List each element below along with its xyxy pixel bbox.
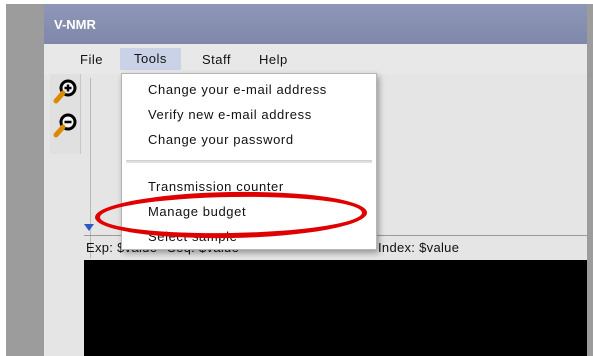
zoom-in-icon — [53, 79, 77, 104]
menu-staff[interactable]: Staff — [202, 52, 231, 67]
menu-tools[interactable]: Tools — [120, 48, 181, 70]
zoom-out-icon — [53, 113, 77, 138]
menu-item-change-email[interactable]: Change your e-mail address — [148, 82, 327, 97]
zoom-toolbar — [50, 74, 81, 154]
tools-dropdown-menu: Change your e-mail address Verify new e-… — [121, 73, 377, 250]
expand-arrow-button[interactable] — [82, 221, 96, 235]
zoom-out-button[interactable] — [53, 112, 79, 138]
zoom-in-button[interactable] — [53, 78, 79, 104]
menu-item-verify-email[interactable]: Verify new e-mail address — [148, 107, 312, 122]
index-value: Index: $value — [378, 240, 460, 255]
menu-file[interactable]: File — [80, 52, 103, 67]
menu-item-change-password[interactable]: Change your password — [148, 132, 294, 147]
console-output — [84, 260, 587, 356]
menu-bar: File Tools Staff Help — [44, 44, 587, 75]
window-titlebar: V-NMR — [44, 4, 587, 44]
window-title: V-NMR — [54, 17, 96, 32]
menu-separator — [126, 160, 372, 163]
menu-item-manage-budget[interactable]: Manage budget — [148, 204, 246, 219]
menu-help[interactable]: Help — [259, 52, 288, 67]
menu-item-transmission-counter[interactable]: Transmission counter — [148, 179, 284, 194]
triangle-down-icon — [84, 224, 94, 231]
menu-item-select-sample[interactable]: Select sample — [148, 229, 237, 244]
